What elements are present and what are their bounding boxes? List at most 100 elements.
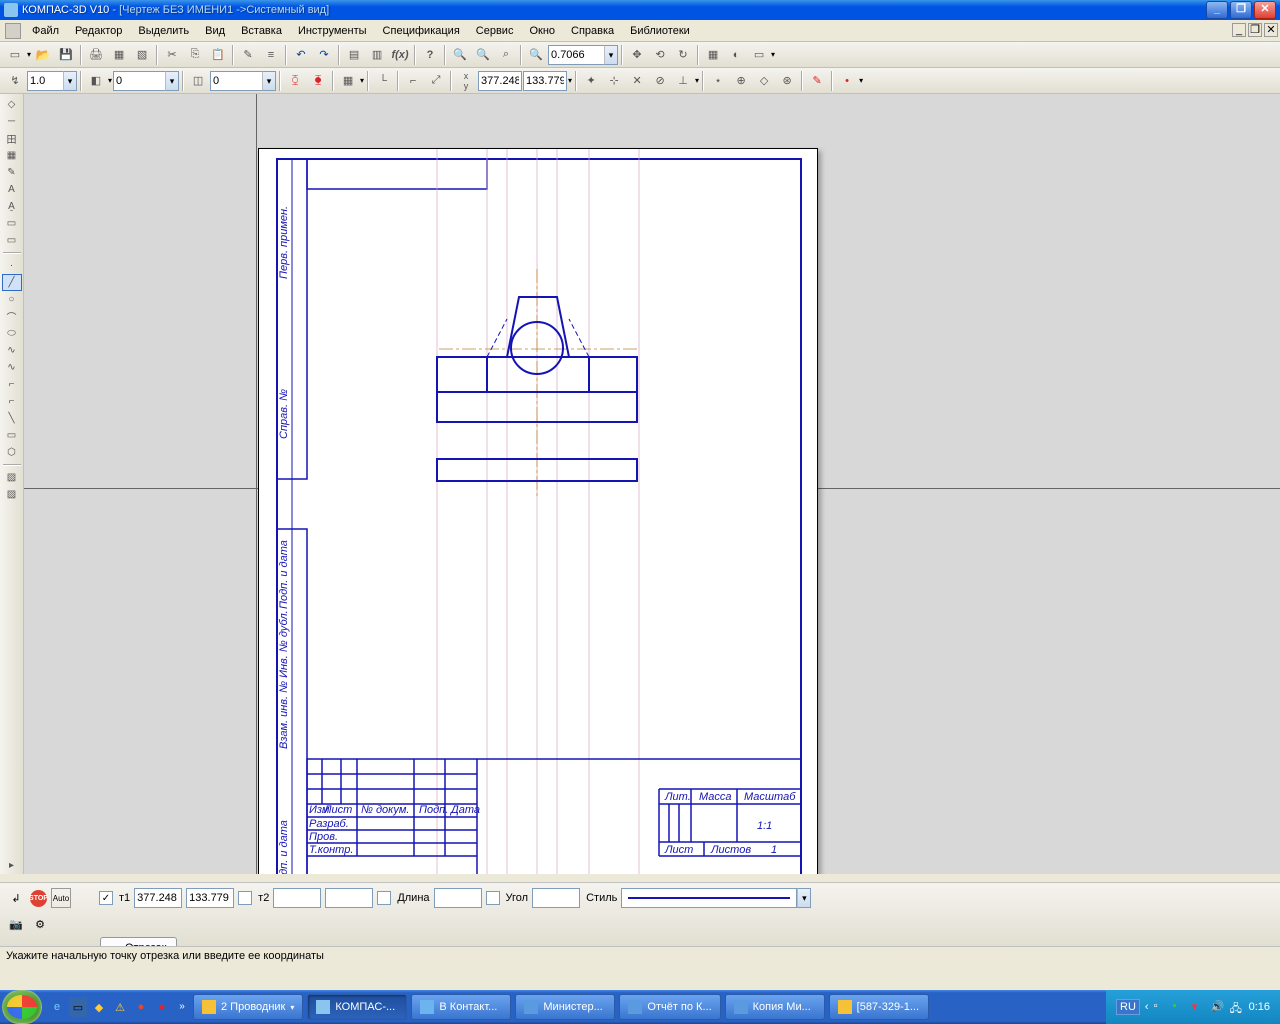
preview-button[interactable]: ▦ <box>108 44 130 66</box>
ql-app2-icon[interactable]: ⚠ <box>111 997 129 1017</box>
coord-y-input[interactable] <box>523 71 567 91</box>
save-button[interactable] <box>55 44 77 66</box>
len-check[interactable] <box>377 891 391 905</box>
menu-spec[interactable]: Спецификация <box>375 22 468 40</box>
menu-libs[interactable]: Библиотеки <box>622 22 698 40</box>
point-icon[interactable]: • <box>836 70 858 92</box>
symbols-icon[interactable]: 田 <box>2 130 22 147</box>
geometry-icon[interactable]: ◇ <box>2 96 22 113</box>
snap-button[interactable]: ⤢ <box>425 70 447 92</box>
tray-expand-icon[interactable]: ‹ <box>1145 1001 1149 1013</box>
zoom-combo[interactable]: ▾ <box>548 45 618 65</box>
style-combo[interactable]: ▾ <box>621 888 811 908</box>
zoom-in-button[interactable] <box>449 44 471 66</box>
props-button[interactable]: ✎ <box>237 44 259 66</box>
hatch2-tool-icon[interactable]: ▨ <box>2 486 22 503</box>
snap-quad-icon[interactable]: ◇ <box>753 70 775 92</box>
spec2-icon[interactable]: ▭ <box>2 232 22 249</box>
help-button[interactable] <box>419 44 441 66</box>
dims-icon[interactable]: ─ <box>2 113 22 130</box>
layer-combo[interactable]: ▾ <box>210 71 276 91</box>
camera-icon[interactable]: 📷 <box>6 914 26 934</box>
taskbar-item[interactable]: [587-329-1... <box>829 994 929 1020</box>
zoom-window-button[interactable]: ⌕ <box>495 44 517 66</box>
zoom-fit-button[interactable] <box>525 44 547 66</box>
spec-icon[interactable]: ▭ <box>2 215 22 232</box>
lib-button[interactable]: ▤ <box>343 44 365 66</box>
taskbar-item[interactable]: Отчёт по К... <box>619 994 720 1020</box>
ql-ie-icon[interactable]: e <box>48 997 66 1017</box>
mdi-minimize-icon[interactable]: _ <box>1232 23 1246 37</box>
ql-app1-icon[interactable]: ◆ <box>90 997 108 1017</box>
t1-check[interactable]: ✓ <box>99 891 113 905</box>
step-input[interactable] <box>27 71 63 91</box>
local-cs-button[interactable]: ⌐ <box>402 70 424 92</box>
tray-icon-3[interactable]: ▾ <box>1192 1000 1206 1014</box>
tray-icon-1[interactable]: ▫ <box>1154 1000 1168 1014</box>
t2-x-input[interactable] <box>273 888 321 908</box>
tray-network-icon[interactable]: 🖧 <box>1230 1000 1244 1014</box>
hatch-tool-icon[interactable]: ▨ <box>2 469 22 486</box>
close-button[interactable]: ✕ <box>1254 1 1276 19</box>
grid-toggle-button[interactable]: ▦ <box>337 70 359 92</box>
edit-icon[interactable]: ▦ <box>2 147 22 164</box>
len-input[interactable] <box>434 888 482 908</box>
menu-file[interactable]: Файл <box>24 22 67 40</box>
grid-icon[interactable]: ▦ <box>702 44 724 66</box>
spline-tool-icon[interactable]: ∿ <box>2 342 22 359</box>
dropdown-arrow-icon[interactable]: ▾ <box>604 45 618 65</box>
rotate-button[interactable]: ⟲ <box>649 44 671 66</box>
t1-x-input[interactable] <box>134 888 182 908</box>
ellipse-tool-icon[interactable]: ⬭ <box>2 325 22 342</box>
ql-desktop-icon[interactable]: ▭ <box>69 997 87 1017</box>
shade-icon[interactable]: ◐ <box>725 44 747 66</box>
coord-x-input[interactable] <box>478 71 522 91</box>
doc-icon[interactable] <box>5 23 21 39</box>
snap-tan-icon[interactable]: ⊘ <box>649 70 671 92</box>
view-input[interactable] <box>113 71 165 91</box>
view-combo[interactable]: ▾ <box>113 71 179 91</box>
tray-icon-2[interactable]: ▪ <box>1173 1000 1187 1014</box>
start-button[interactable] <box>2 990 42 1024</box>
ortho-button[interactable]: └ <box>372 70 394 92</box>
stop-button[interactable]: STOP <box>30 890 47 907</box>
aux-line-icon[interactable]: ╲ <box>2 410 22 427</box>
tray-volume-icon[interactable]: 🔊 <box>1211 1000 1225 1014</box>
param-icon[interactable]: ✎ <box>2 164 22 181</box>
polygon-tool-icon[interactable]: ⬡ <box>2 444 22 461</box>
minimize-button[interactable]: _ <box>1206 1 1228 19</box>
ql-app4-icon[interactable]: ● <box>153 997 171 1017</box>
copy-button[interactable] <box>184 44 206 66</box>
menu-insert[interactable]: Вставка <box>233 22 290 40</box>
eraser-icon[interactable]: ✎ <box>806 70 828 92</box>
taskbar-item[interactable]: Министер... <box>515 994 615 1020</box>
plot-button[interactable]: ▧ <box>131 44 153 66</box>
paste-button[interactable] <box>207 44 229 66</box>
taskbar-item[interactable]: 2 Проводник▾ <box>193 994 303 1020</box>
zoom-input[interactable] <box>548 45 604 65</box>
fx-button[interactable]: f(x) <box>389 44 411 66</box>
cut-button[interactable] <box>161 44 183 66</box>
maximize-button[interactable]: ❐ <box>1230 1 1252 19</box>
menu-window[interactable]: Окно <box>521 22 563 40</box>
auto-icon[interactable]: Auto <box>51 888 71 908</box>
snap-ext-icon[interactable]: ⊛ <box>776 70 798 92</box>
ql-expand-icon[interactable]: » <box>175 996 189 1018</box>
select-icon[interactable]: A̱ <box>2 198 22 215</box>
layer-input[interactable] <box>210 71 262 91</box>
open-button[interactable] <box>32 44 54 66</box>
spline2-tool-icon[interactable]: ∿ <box>2 359 22 376</box>
pan-button[interactable]: ✥ <box>626 44 648 66</box>
snap-int-icon[interactable]: ✕ <box>626 70 648 92</box>
snap-perp-icon[interactable]: ⊥ <box>672 70 694 92</box>
dropdown-arrow-icon[interactable]: ▾ <box>165 71 179 91</box>
ql-app3-icon[interactable]: ● <box>132 997 150 1017</box>
t2-y-input[interactable] <box>325 888 373 908</box>
snap-near-icon[interactable]: ⋆ <box>707 70 729 92</box>
mdi-close-icon[interactable]: ✕ <box>1264 23 1278 37</box>
undo-button[interactable] <box>290 44 312 66</box>
taskbar-item[interactable]: Копия Ми... <box>725 994 825 1020</box>
taskbar-item[interactable]: В Контакт... <box>411 994 511 1020</box>
dropdown-arrow-icon[interactable]: ▾ <box>797 888 811 908</box>
menu-view[interactable]: Вид <box>197 22 233 40</box>
